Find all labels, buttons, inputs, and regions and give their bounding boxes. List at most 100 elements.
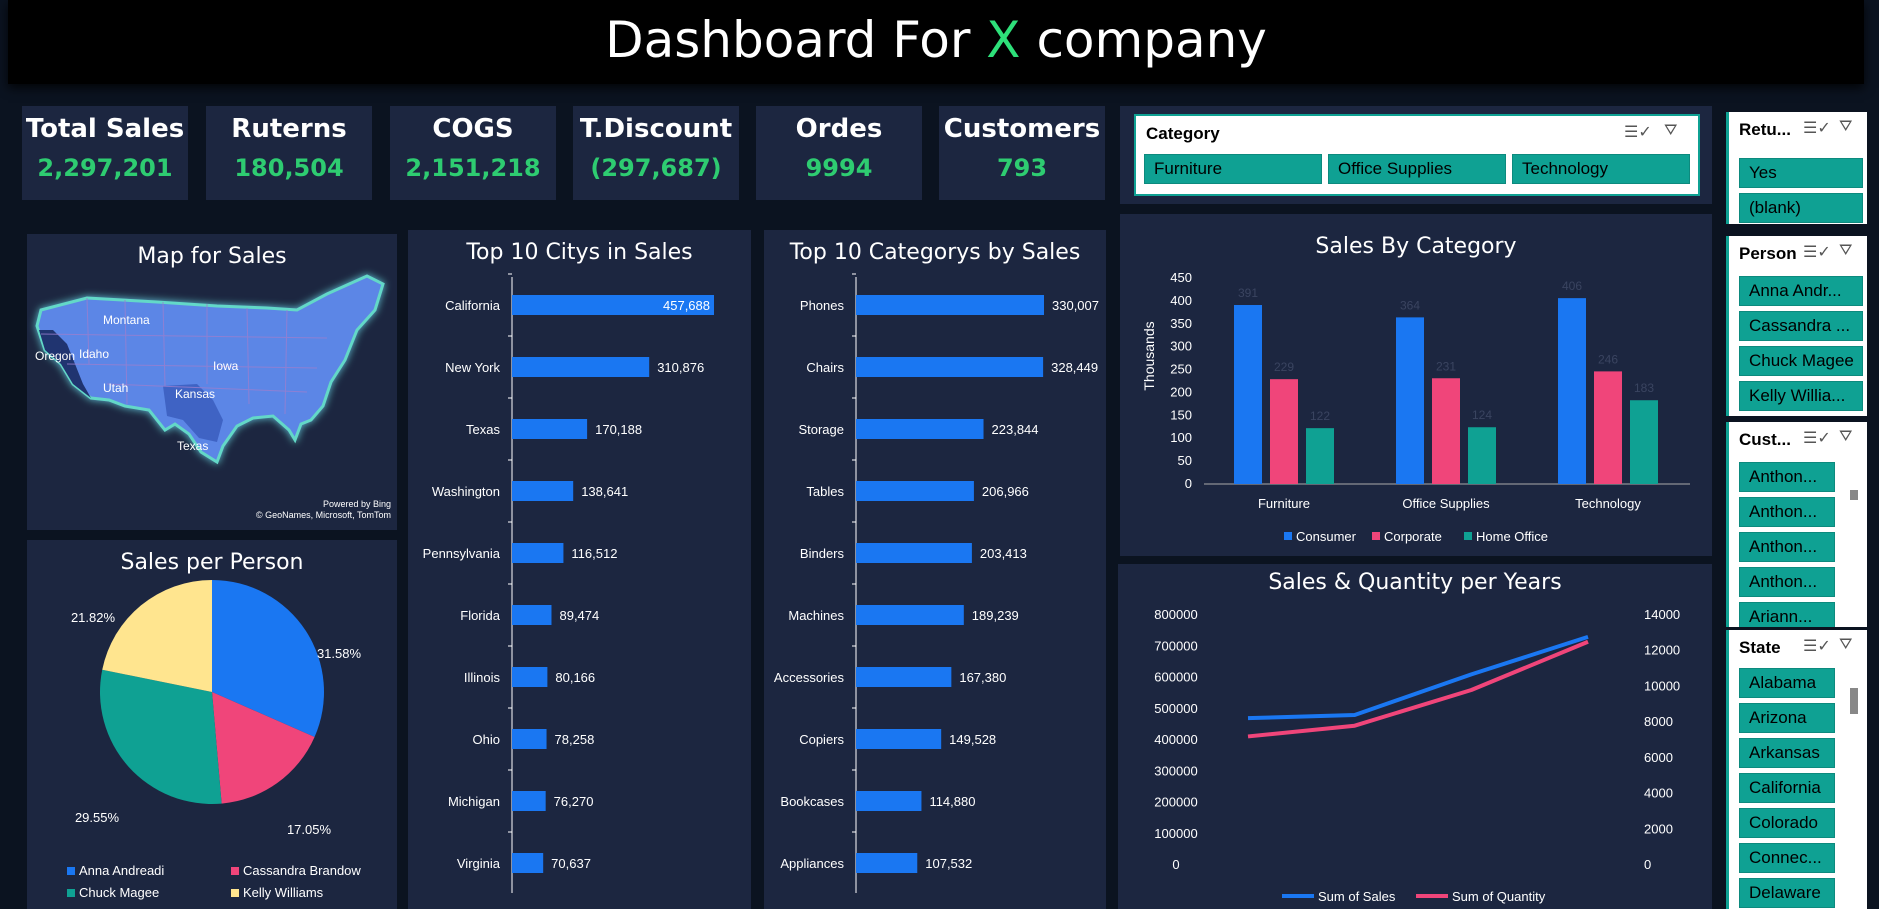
bar-data-label: 183 [1634, 381, 1654, 395]
y2-tick-label: 8000 [1644, 714, 1673, 729]
clear-filter-icon[interactable]: ⛛ [1839, 118, 1852, 136]
pie-legend-label: Chuck Magee [79, 885, 159, 900]
bar-data-label: 364 [1400, 298, 1420, 312]
slicer-item-yes[interactable]: Yes [1739, 158, 1863, 188]
bar-data-label: 116,512 [571, 546, 617, 561]
slicer-item-customer[interactable]: Ariann... [1739, 602, 1835, 627]
slicer-item-customer[interactable]: Anthon... [1739, 567, 1835, 597]
bar-data-label: 167,380 [959, 670, 1006, 685]
bar [1468, 427, 1496, 484]
slicer-item-person[interactable]: Kelly Willia... [1739, 381, 1863, 411]
map-label-iowa: Iowa [213, 359, 239, 373]
bar [512, 543, 564, 563]
slicer-item-technology[interactable]: Technology [1512, 154, 1690, 184]
multi-select-icon[interactable]: ☰✓ [1803, 118, 1831, 138]
returns-slicer: Retu... ☰✓ ⛛ Yes (blank) [1726, 112, 1867, 224]
bar-data-label: 124 [1472, 408, 1492, 422]
bar-category-label: Storage [798, 422, 844, 437]
bar-data-label: 80,166 [555, 670, 595, 685]
y-tick-label: 350 [1170, 316, 1192, 331]
clear-filter-icon[interactable]: ⛛ [1839, 242, 1852, 260]
us-map[interactable]: Montana Oregon Idaho Iowa Utah Kansas Te… [27, 234, 397, 530]
slicer-item-state[interactable]: Alabama [1739, 668, 1835, 698]
returns-slicer-title: Retu... [1739, 120, 1791, 139]
bycat-chart[interactable]: 450 400 350 300 250 200 150 100 50 0 Thousands 391 2… [1120, 214, 1712, 556]
legend-swatch [1284, 532, 1292, 540]
bar [856, 853, 918, 873]
y-tick-label: 400000 [1154, 732, 1197, 747]
bar-data-label: 206,966 [982, 484, 1029, 499]
dashboard-title: Dashboard For X company [605, 11, 1267, 69]
slicer-item-person[interactable]: Anna Andr... [1739, 276, 1863, 306]
bar [512, 667, 548, 687]
multi-select-icon[interactable]: ☰✓ [1803, 636, 1831, 656]
bar-category-label: Texas [466, 422, 500, 437]
bar [512, 791, 546, 811]
slicer-item-state[interactable]: Arizona [1739, 703, 1835, 733]
clear-filter-icon[interactable]: ⛛ [1664, 122, 1677, 140]
pie-legend-label: Kelly Williams [243, 885, 324, 900]
cities-chart[interactable]: California 457,688 New York 310,876 Texas 170… [408, 230, 751, 909]
slicer-item-state[interactable]: Delaware [1739, 878, 1835, 908]
slicer-item-customer[interactable]: Anthon... [1739, 497, 1835, 527]
map-label-idaho: Idaho [79, 347, 109, 361]
y-tick-label: 250 [1170, 362, 1192, 377]
slicer-item-customer[interactable]: Anthon... [1739, 462, 1835, 492]
person-slicer: Person ☰✓ ⛛ Anna Andr... Cassandra ... C… [1726, 236, 1867, 416]
multi-select-icon[interactable]: ☰✓ [1803, 428, 1831, 448]
y-tick-label: 300000 [1154, 763, 1197, 778]
bar [856, 481, 974, 501]
subcats-panel: Top 10 Categorys by Sales Phones 330,007 C… [764, 230, 1106, 909]
subcats-chart[interactable]: Phones 330,007 Chairs 328,449 Storage 223,844… [764, 230, 1106, 909]
bar [856, 295, 1044, 315]
bar [1396, 317, 1424, 484]
slicer-item-person[interactable]: Chuck Magee [1739, 346, 1863, 376]
bar-category-label: Binders [800, 546, 845, 561]
kpi-customers: Customers 793 [939, 106, 1105, 200]
state-slicer-scrollbar[interactable] [1850, 688, 1858, 714]
kpi-discount: T.Discount (297,687) [573, 106, 739, 200]
slicer-item-state[interactable]: Colorado [1739, 808, 1835, 838]
map-credit-bing: Powered by Bing [323, 499, 391, 509]
bar [512, 357, 650, 377]
multi-select-icon[interactable]: ☰✓ [1624, 122, 1652, 142]
bar-data-label: 203,413 [980, 546, 1027, 561]
y2-tick-label: 0 [1644, 857, 1651, 872]
y-tick-label: 0 [1172, 857, 1179, 872]
pie-chart[interactable]: 31.58% 17.05% 29.55% 21.82% Anna Andreadi Cas… [27, 540, 397, 909]
pie-legend-label: Cassandra Brandow [243, 863, 361, 878]
customer-slicer-scrollbar[interactable] [1850, 490, 1858, 500]
y-axis-label: Thousands [1141, 321, 1157, 390]
slicer-item-state[interactable]: California [1739, 773, 1835, 803]
bar [1306, 428, 1334, 484]
y-tick-label: 100000 [1154, 826, 1197, 841]
y-tick-label: 300 [1170, 339, 1192, 354]
slicer-item-furniture[interactable]: Furniture [1144, 154, 1322, 184]
person-slicer-title: Person [1739, 244, 1797, 263]
slicer-item-state[interactable]: Arkansas [1739, 738, 1835, 768]
bar-category-label: Pennsylvania [423, 546, 501, 561]
y-tick-label: 700000 [1154, 638, 1197, 653]
pie-legend-swatch [231, 889, 239, 897]
slicer-item-office-supplies[interactable]: Office Supplies [1328, 154, 1506, 184]
y2-tick-label: 4000 [1644, 786, 1673, 801]
clear-filter-icon[interactable]: ⛛ [1839, 636, 1852, 654]
slicer-item-state[interactable]: Connec... [1739, 843, 1835, 873]
slicer-item-blank[interactable]: (blank) [1739, 193, 1863, 223]
map-label-montana: Montana [103, 313, 150, 327]
slicer-item-customer[interactable]: Anthon... [1739, 532, 1835, 562]
slicer-item-person[interactable]: Cassandra ... [1739, 311, 1863, 341]
cities-panel: Top 10 Citys in Sales California 457,688 N… [408, 230, 751, 909]
y2-tick-label: 12000 [1644, 643, 1680, 658]
bar [856, 419, 984, 439]
y2-tick-label: 2000 [1644, 821, 1673, 836]
bar-data-label: 122 [1310, 409, 1330, 423]
years-chart[interactable]: 8000007000006000005000004000003000002000… [1118, 564, 1712, 909]
clear-filter-icon[interactable]: ⛛ [1839, 428, 1852, 446]
multi-select-icon[interactable]: ☰✓ [1803, 242, 1831, 262]
legend-label: Sum of Quantity [1452, 889, 1546, 904]
x-tick-label: Office Supplies [1402, 496, 1490, 511]
legend-swatch [1372, 532, 1380, 540]
map-label-kansas: Kansas [175, 387, 215, 401]
map-label-utah: Utah [103, 381, 128, 395]
